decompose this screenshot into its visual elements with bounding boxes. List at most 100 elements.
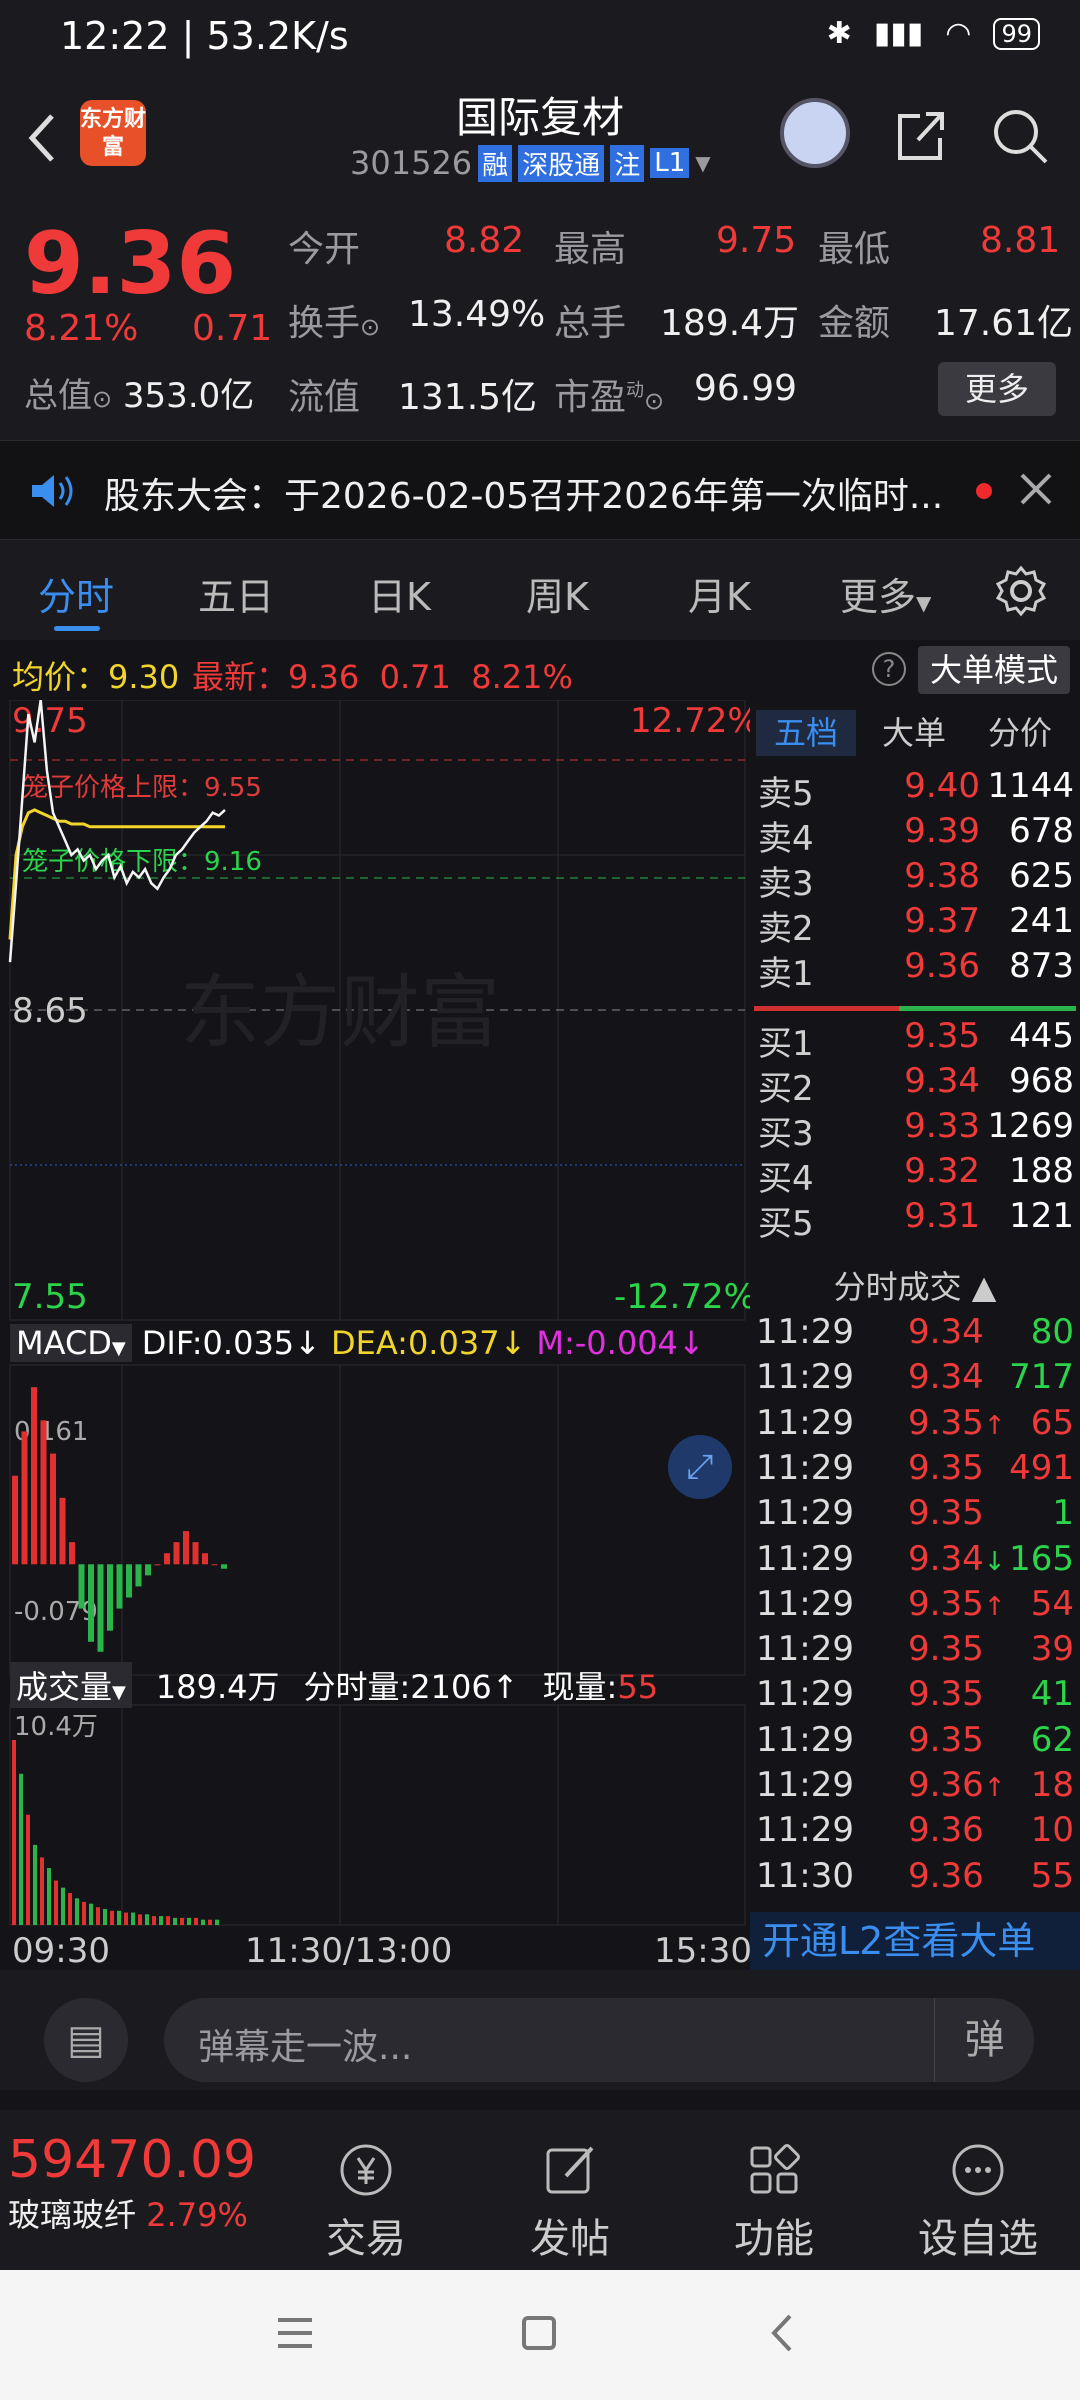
volume-selector[interactable]: 成交量▼ xyxy=(10,1661,132,1708)
trade-price: 9.35↑ xyxy=(908,1583,1006,1624)
trades-title[interactable]: 分时成交 ▲ xyxy=(750,1262,1080,1308)
volume-bar xyxy=(138,1914,142,1925)
notice-bar[interactable]: 股东大会：于2026-02-05召开2026年第一次临时... xyxy=(0,440,1080,540)
book-tab-five[interactable]: 五档 xyxy=(756,710,856,756)
macd-selector[interactable]: MACD▼ xyxy=(10,1323,132,1362)
chart-tabs: 分时 五日 日K 周K 月K 更多▼ xyxy=(0,540,1080,640)
home-icon[interactable] xyxy=(514,2308,564,2362)
volume-bar xyxy=(194,1917,198,1925)
watermark: 东方财富 xyxy=(180,968,500,1057)
volume-bar xyxy=(82,1901,86,1925)
trade-volume: 717 xyxy=(1009,1357,1074,1398)
danmu-send-icon[interactable]: 弹 xyxy=(934,1998,1034,2082)
trade-row: 11:29 9.35 1 xyxy=(750,1493,1080,1539)
volume-bar xyxy=(103,1908,107,1925)
trade-volume: 165 xyxy=(1009,1538,1074,1579)
danmu-list-icon[interactable]: ▤ xyxy=(44,1998,128,2082)
tab-more[interactable]: 更多▼ xyxy=(840,566,931,621)
book-tab-big[interactable]: 大单 xyxy=(882,710,946,756)
expand-icon[interactable]: ⤢ xyxy=(668,1435,732,1499)
volume-bar xyxy=(208,1919,212,1925)
tab-day-k[interactable]: 日K xyxy=(368,566,431,621)
settings-gear-icon[interactable] xyxy=(994,564,1048,622)
book-tab-price[interactable]: 分价 xyxy=(988,710,1052,756)
y-top-label: 9.75 xyxy=(12,701,88,741)
trade-row: 11:29 9.35↑ 54 xyxy=(750,1584,1080,1630)
danmu-input[interactable]: 弹幕走一波... 弹 xyxy=(164,1998,1034,2082)
speaker-icon xyxy=(28,471,76,515)
status-bar: 12:22 | 53.2K/s ✱ ▮▮▮ ◠ 99 xyxy=(0,0,1080,78)
ask-price: 9.38 xyxy=(904,856,980,896)
bid-label: 买2 xyxy=(758,1069,814,1109)
bottom-bar: 59470.09 玻璃玻纤 2.79% 交易 发帖 功能 设自选 xyxy=(0,2110,1080,2270)
danmu-placeholder: 弹幕走一波... xyxy=(198,2027,413,2068)
macd-bar xyxy=(69,1542,75,1565)
share-icon[interactable] xyxy=(890,106,950,170)
tab-five-day[interactable]: 五日 xyxy=(198,566,274,621)
caret-down-icon[interactable]: ▼ xyxy=(695,151,710,175)
ask-label: 卖4 xyxy=(758,819,814,859)
tag-l1[interactable]: L1 xyxy=(650,148,690,178)
pct-bottom-label: -12.72% xyxy=(614,1277,750,1317)
bid-row[interactable]: 买1 9.35 445 xyxy=(750,1016,1080,1064)
ask-row[interactable]: 卖4 9.39 678 xyxy=(750,811,1080,859)
bid-volume: 121 xyxy=(1009,1196,1074,1236)
trade-row: 11:29 9.36 10 xyxy=(750,1810,1080,1856)
help-icon[interactable]: ? xyxy=(872,652,906,686)
tab-week-k[interactable]: 周K xyxy=(526,566,589,621)
add-watchlist-button[interactable]: 设自选 xyxy=(908,2140,1048,2264)
trade-button[interactable]: 交易 xyxy=(296,2140,436,2264)
bid-row[interactable]: 买5 9.31 121 xyxy=(750,1196,1080,1244)
post-button[interactable]: 发帖 xyxy=(500,2140,640,2264)
l2-promo-banner[interactable]: 开通L2查看大单 xyxy=(750,1912,1080,1970)
trade-time: 11:29 xyxy=(756,1674,854,1715)
total-value: 总值⊙ 353.0亿 xyxy=(24,376,255,416)
tab-timeshare[interactable]: 分时 xyxy=(38,566,114,621)
ask-row[interactable]: 卖5 9.40 1144 xyxy=(750,766,1080,814)
back-nav-icon[interactable] xyxy=(758,2308,808,2362)
trade-row: 11:29 9.35 41 xyxy=(750,1674,1080,1720)
macd-bar xyxy=(135,1564,142,1587)
ask-row[interactable]: 卖2 9.37 241 xyxy=(750,901,1080,949)
close-icon[interactable] xyxy=(1016,469,1056,513)
trade-price: 9.36 xyxy=(908,1810,984,1851)
y-mid-label: 8.65 xyxy=(12,991,88,1031)
trade-volume: 54 xyxy=(1030,1583,1074,1624)
index-ticker[interactable]: 59470.09 玻璃玻纤 2.79% xyxy=(8,2130,268,2236)
ask-row[interactable]: 卖3 9.38 625 xyxy=(750,856,1080,904)
bid-row[interactable]: 买2 9.34 968 xyxy=(750,1061,1080,1109)
latest-price: 最新：9.36 0.71 8.21% xyxy=(192,658,573,696)
ask-label: 卖2 xyxy=(758,909,814,949)
chart-area[interactable]: 东方财富 9.75 12.72% 8.65 7.55 -12.72% 笼子价格上… xyxy=(0,700,750,1970)
ask-row[interactable]: 卖1 9.36 873 xyxy=(750,946,1080,994)
trade-time: 11:29 xyxy=(756,1312,854,1352)
ask-volume: 241 xyxy=(1009,901,1074,941)
trade-price: 9.35 xyxy=(908,1674,984,1715)
float-value: 131.5亿 xyxy=(398,377,538,418)
robot-assistant-icon[interactable] xyxy=(780,98,850,168)
change-value: 0.71 xyxy=(192,308,273,349)
tag-rong: 融 xyxy=(478,144,513,182)
ask-volume: 1144 xyxy=(987,766,1074,806)
bid-row[interactable]: 买3 9.33 1269 xyxy=(750,1106,1080,1154)
tab-month-k[interactable]: 月K xyxy=(688,566,751,621)
notice-text[interactable]: 股东大会：于2026-02-05召开2026年第一次临时... xyxy=(104,467,954,519)
macd-bar xyxy=(107,1564,113,1631)
trade-time: 11:29 xyxy=(756,1447,854,1488)
trade-price: 9.35 xyxy=(908,1493,984,1534)
trade-price: 9.36 xyxy=(908,1855,984,1896)
trade-time: 11:30 xyxy=(756,1855,854,1896)
big-order-mode-button[interactable]: 大单模式 xyxy=(918,646,1070,694)
trade-price: 9.36↑ xyxy=(908,1765,1006,1805)
bid-volume: 445 xyxy=(1009,1016,1074,1056)
more-button[interactable]: 更多 xyxy=(938,362,1056,416)
open-value: 8.82 xyxy=(444,220,525,261)
bid-row[interactable]: 买4 9.32 188 xyxy=(750,1151,1080,1199)
ask-volume: 873 xyxy=(1009,946,1074,986)
functions-button[interactable]: 功能 xyxy=(704,2140,844,2264)
volume-bar xyxy=(124,1912,128,1925)
search-icon[interactable] xyxy=(990,106,1050,170)
trade-time: 11:29 xyxy=(756,1583,854,1624)
menu-icon[interactable] xyxy=(270,2308,320,2362)
trade-row: 11:29 9.35↑ 65 xyxy=(750,1403,1080,1449)
